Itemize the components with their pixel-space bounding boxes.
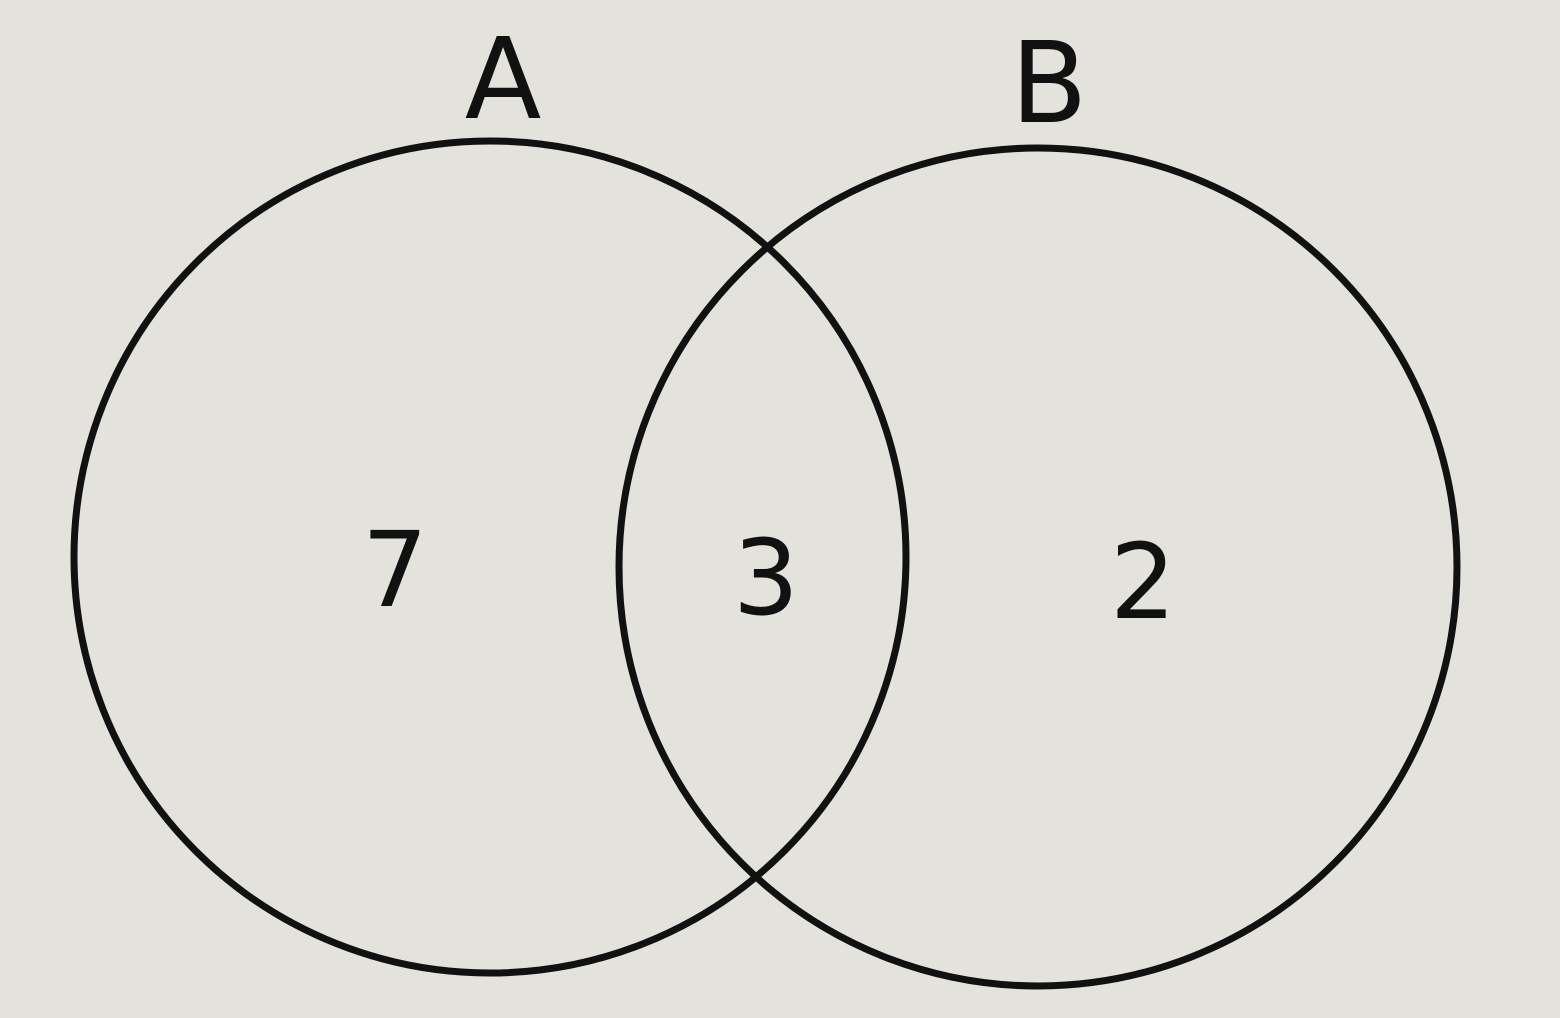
venn-diagram: A B 7 3 2 xyxy=(70,15,1461,990)
region-only-b-count: 2 xyxy=(1110,521,1176,643)
region-intersection-count: 3 xyxy=(733,517,799,639)
set-a-label: A xyxy=(465,15,542,145)
set-b-label: B xyxy=(1011,19,1088,149)
venn-diagram-stage: A B 7 3 2 xyxy=(0,0,1560,1018)
region-only-a-count: 7 xyxy=(362,509,428,631)
